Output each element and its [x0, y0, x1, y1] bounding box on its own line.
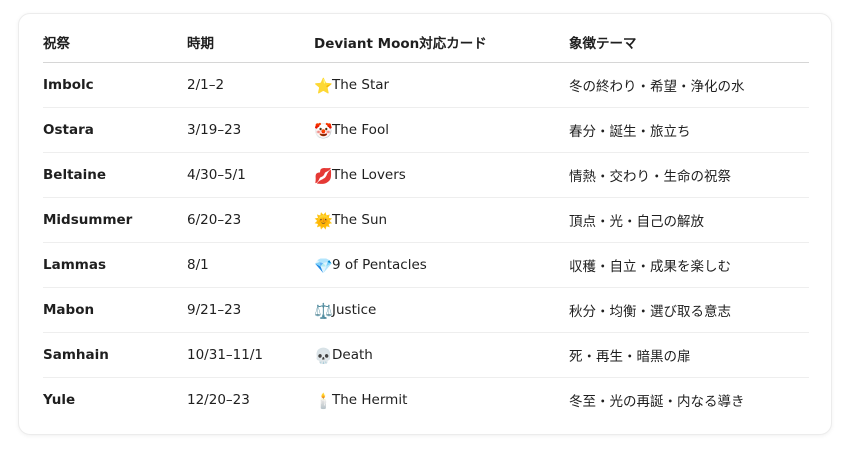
- festival-period: 9/21–23: [187, 287, 314, 333]
- table-row: Samhain 10/31–11/1 💀Death 死・再生・暗黒の扉: [43, 332, 809, 378]
- symbolic-theme: 情熱・交わり・生命の祝祭: [569, 152, 809, 198]
- festival-period: 10/31–11/1: [187, 332, 314, 378]
- festival-name: Midsummer: [43, 197, 187, 243]
- gem-icon: 💎: [314, 256, 333, 275]
- symbolic-theme: 頂点・光・自己の解放: [569, 197, 809, 243]
- sun-face-icon: 🌞: [314, 211, 333, 230]
- festival-name: Mabon: [43, 287, 187, 333]
- symbolic-theme: 秋分・均衡・選び取る意志: [569, 287, 809, 333]
- tarot-card-name: The Fool: [332, 121, 389, 138]
- tarot-card-name: The Hermit: [332, 391, 408, 408]
- tarot-card-cell: 💀Death: [314, 332, 569, 378]
- tarot-card-name: The Star: [332, 76, 390, 93]
- table-row: Lammas 8/1 💎9 of Pentacles 収穫・自立・成果を楽しむ: [43, 242, 809, 288]
- table-row: Imbolc 2/1–2 ⭐The Star 冬の終わり・希望・浄化の水: [43, 62, 809, 108]
- tarot-card-cell: ⚖️Justice: [314, 287, 569, 333]
- header-theme: 象徴テーマ: [569, 22, 809, 63]
- festival-name: Ostara: [43, 107, 187, 153]
- table-row: Midsummer 6/20–23 🌞The Sun 頂点・光・自己の解放: [43, 197, 809, 243]
- symbolic-theme: 冬至・光の再誕・内なる導き: [569, 394, 745, 410]
- festival-name: Lammas: [43, 242, 187, 288]
- tarot-card-name: Justice: [332, 301, 377, 318]
- table-row: Ostara 3/19–23 🤡The Fool 春分・誕生・旅立ち: [43, 107, 809, 153]
- symbolic-theme: 冬の終わり・希望・浄化の水: [569, 62, 809, 108]
- table-card: 祝祭 時期 Deviant Moon対応カード 象徴テーマ Imbolc 2/1…: [18, 13, 832, 435]
- tarot-card-name: The Sun: [332, 211, 388, 228]
- table-header-row: 祝祭 時期 Deviant Moon対応カード 象徴テーマ: [43, 22, 809, 63]
- tarot-card-cell: 🌞The Sun: [314, 197, 569, 243]
- tarot-card-cell: ⭐The Star: [314, 62, 569, 108]
- header-period: 時期: [187, 22, 314, 63]
- clown-icon: 🤡: [314, 121, 333, 140]
- festival-name: Beltaine: [43, 152, 187, 198]
- symbolic-theme: 春分・誕生・旅立ち: [569, 107, 809, 153]
- star-icon: ⭐: [314, 76, 333, 95]
- tarot-card-cell: 💋The Lovers: [314, 152, 569, 198]
- festival-period: 6/20–23: [187, 197, 314, 243]
- festival-name: Samhain: [43, 332, 187, 378]
- festival-period: 4/30–5/1: [187, 152, 314, 198]
- header-festival: 祝祭: [43, 22, 187, 63]
- table-row: Yule 12/20–23 🕯️The Hermit 冬至・光の再誕・内なる導き: [43, 378, 809, 423]
- festival-period: 8/1: [187, 242, 314, 288]
- tarot-card-cell: 💎9 of Pentacles: [314, 242, 569, 288]
- tarot-card-cell: 🤡The Fool: [314, 107, 569, 153]
- festival-table: 祝祭 時期 Deviant Moon対応カード 象徴テーマ Imbolc 2/1…: [43, 22, 809, 422]
- tarot-card-name: Death: [332, 346, 373, 363]
- scales-icon: ⚖️: [314, 301, 333, 320]
- symbolic-theme: 死・再生・暗黒の扉: [569, 332, 809, 378]
- festival-period: 3/19–23: [187, 107, 314, 153]
- festival-name: Yule: [43, 392, 76, 408]
- symbolic-theme: 収穫・自立・成果を楽しむ: [569, 242, 809, 288]
- candle-icon: 🕯️: [314, 391, 333, 410]
- skull-icon: 💀: [314, 346, 333, 365]
- tarot-card-name: The Lovers: [332, 166, 406, 183]
- festival-period: 2/1–2: [187, 62, 314, 108]
- table-row: Mabon 9/21–23 ⚖️Justice 秋分・均衡・選び取る意志: [43, 287, 809, 333]
- table-row: Beltaine 4/30–5/1 💋The Lovers 情熱・交わり・生命の…: [43, 152, 809, 198]
- festival-period: 12/20–23: [187, 392, 250, 408]
- tarot-card-cell: 🕯️The Hermit: [314, 378, 569, 423]
- tarot-card-name: 9 of Pentacles: [332, 256, 427, 273]
- header-card: Deviant Moon対応カード: [314, 22, 569, 63]
- festival-name: Imbolc: [43, 62, 187, 108]
- lips-icon: 💋: [314, 166, 333, 185]
